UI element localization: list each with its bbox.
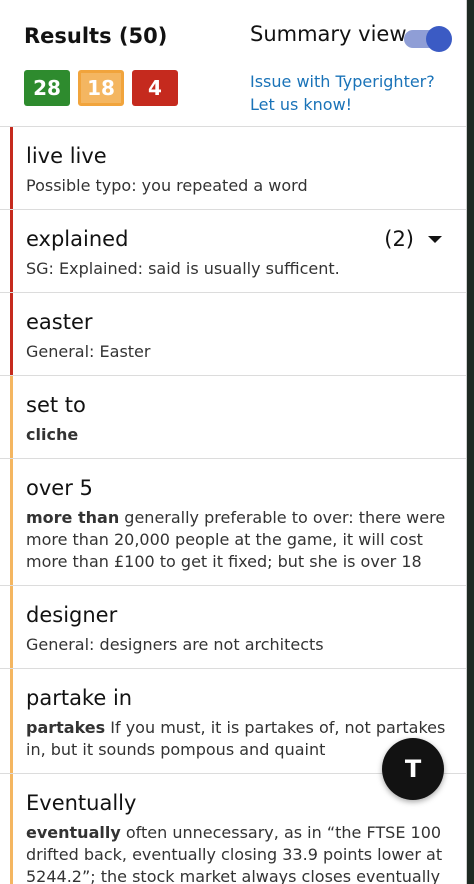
match-description: SG: Explained: said is usually sufficent… — [26, 259, 340, 278]
list-item[interactable]: designer General: designers are not arch… — [0, 586, 466, 669]
match-suggestion: partakes — [26, 718, 106, 737]
match-suggestion: eventually — [26, 823, 121, 842]
severity-badges: 28 18 4 — [24, 70, 178, 106]
typerighter-fab-button[interactable]: T — [382, 738, 444, 800]
list-item[interactable]: set to cliche — [0, 376, 466, 459]
match-description: more than generally preferable to over: … — [26, 507, 450, 573]
badge-green[interactable]: 28 — [24, 70, 70, 106]
match-description: General: designers are not architects — [26, 635, 324, 654]
match-count: (2) — [384, 227, 414, 251]
match-title: set to — [26, 393, 86, 417]
results-header: Results (50) Summary view 28 18 4 Issue … — [0, 0, 466, 127]
match-description: Possible typo: you repeated a word — [26, 176, 308, 195]
match-title: partake in — [26, 686, 133, 710]
match-suggestion: cliche — [26, 425, 79, 444]
match-title: designer — [26, 603, 118, 627]
badge-amber[interactable]: 18 — [78, 70, 124, 106]
match-description: eventually often unnecessary, as in “the… — [26, 822, 450, 884]
feedback-link-line1[interactable]: Issue with Typerighter? — [250, 70, 435, 93]
match-description: cliche — [26, 424, 450, 446]
feedback-link[interactable]: Issue with Typerighter? Let us know! — [250, 70, 435, 116]
match-title: easter — [26, 310, 93, 334]
match-title: live live — [26, 144, 107, 168]
list-item[interactable]: over 5 more than generally preferable to… — [0, 459, 466, 586]
summary-view-toggle[interactable] — [404, 26, 452, 52]
feedback-link-line2[interactable]: Let us know! — [250, 93, 435, 116]
list-item[interactable]: easter General: Easter — [0, 293, 466, 376]
list-item[interactable]: explained (2) SG: Explained: said is usu… — [0, 210, 466, 293]
list-item[interactable]: live live Possible typo: you repeated a … — [0, 127, 466, 210]
match-title: Eventually — [26, 791, 137, 815]
results-title: Results (50) — [24, 24, 168, 48]
chevron-down-icon[interactable] — [428, 236, 442, 243]
match-title: over 5 — [26, 476, 93, 500]
summary-view-label: Summary view — [250, 22, 407, 46]
match-suggestion: more than — [26, 508, 120, 527]
toggle-knob — [426, 26, 452, 52]
match-description: General: Easter — [26, 342, 151, 361]
badge-red[interactable]: 4 — [132, 70, 178, 106]
